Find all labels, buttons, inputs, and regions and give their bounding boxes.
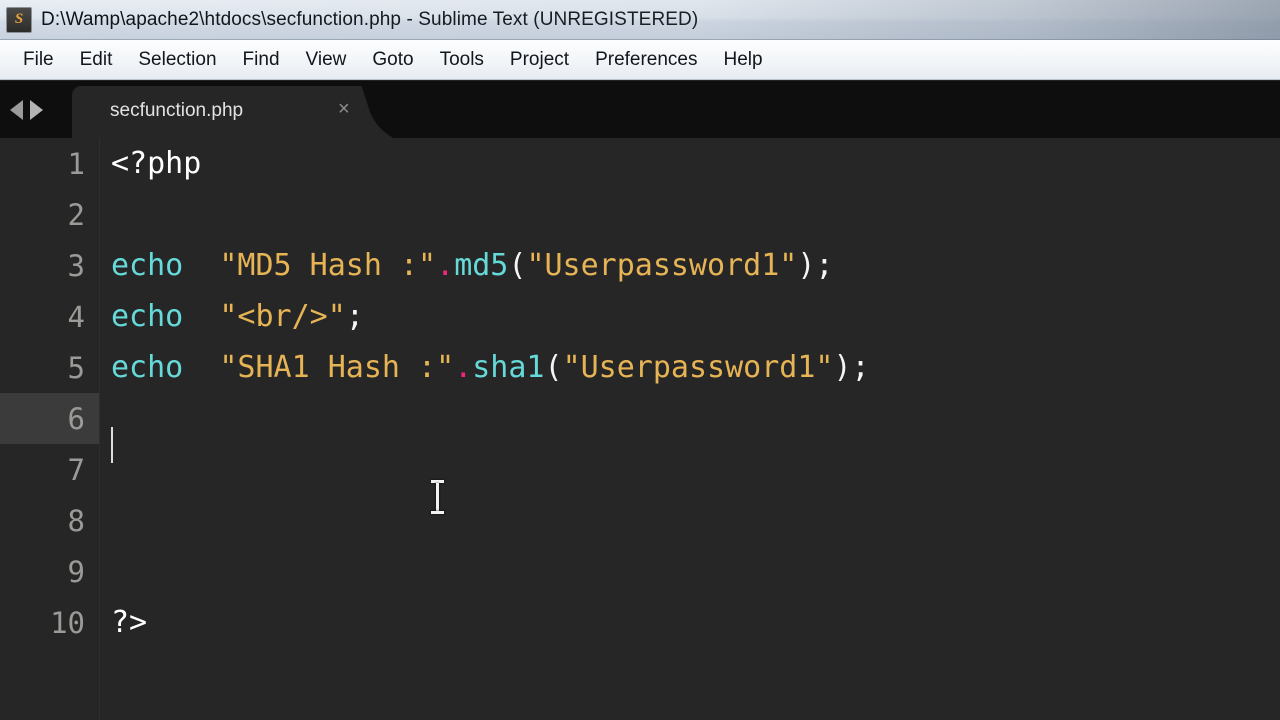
line-number: 4 xyxy=(67,299,85,334)
code-token: "Userpassword1" xyxy=(526,248,798,283)
code-line[interactable]: 3 echo "MD5 Hash :".md5("Userpassword1"); xyxy=(0,240,1280,291)
code-lines[interactable]: 1 <?php 2 3 echo "MD5 Hash :".md5("Userpassw… xyxy=(0,138,1280,720)
code-line[interactable]: 2 xyxy=(0,189,1280,240)
code-token: ; xyxy=(345,299,364,334)
arrow-left-icon[interactable] xyxy=(10,99,23,120)
code-token: "<br/>" xyxy=(219,299,346,334)
menu-bar: File Edit Selection Find View Goto Tools… xyxy=(0,40,1280,80)
code-token: "MD5 Hash :" xyxy=(219,248,437,283)
code-token: "SHA1 Hash :" xyxy=(219,350,455,385)
window-title: D:\Wamp\apache2\htdocs\secfunction.php -… xyxy=(41,8,699,30)
code-line[interactable]: 1 <?php xyxy=(0,138,1280,189)
code-line[interactable]: 5 echo "SHA1 Hash :".sha1("Userpassword1"… xyxy=(0,342,1280,393)
code-line[interactable]: 8 xyxy=(0,495,1280,546)
code-line[interactable]: 10 ?> xyxy=(0,597,1280,648)
code-token: echo xyxy=(111,350,184,385)
menu-item-file[interactable]: File xyxy=(10,46,67,74)
tab-bar: secfunction.php × xyxy=(0,81,1280,138)
menu-item-tools[interactable]: Tools xyxy=(427,46,497,74)
code-line[interactable]: 7 xyxy=(0,444,1280,495)
line-number: 3 xyxy=(67,248,85,283)
menu-item-goto[interactable]: Goto xyxy=(359,46,426,74)
code-editor[interactable]: 1 <?php 2 3 echo "MD5 Hash :".md5("Userpassw… xyxy=(0,138,1280,720)
line-content[interactable]: <?php xyxy=(99,146,201,181)
code-token: ?> xyxy=(111,605,148,640)
code-token: "Userpassword1" xyxy=(562,350,834,385)
line-content[interactable]: echo "<br/>"; xyxy=(99,299,364,334)
code-token: echo xyxy=(111,299,184,334)
menu-item-project[interactable]: Project xyxy=(497,46,582,74)
sublime-text-icon: S xyxy=(6,6,32,33)
code-line[interactable]: 4 echo "<br/>"; xyxy=(0,291,1280,342)
line-number: 10 xyxy=(50,605,85,640)
line-number: 9 xyxy=(67,554,85,589)
line-content[interactable]: echo "SHA1 Hash :".sha1("Userpassword1")… xyxy=(99,350,870,385)
line-number: 5 xyxy=(67,350,85,385)
code-token: <?php xyxy=(111,146,202,181)
line-number: 1 xyxy=(67,146,85,181)
menu-item-preferences[interactable]: Preferences xyxy=(582,46,710,74)
code-token: echo xyxy=(111,248,184,283)
title-bar: S D:\Wamp\apache2\htdocs\secfunction.php… xyxy=(0,0,1280,40)
code-token: md5 xyxy=(454,248,509,283)
tab-secfunction-php[interactable]: secfunction.php × xyxy=(72,86,402,138)
code-token: . xyxy=(436,248,455,283)
arrow-right-icon[interactable] xyxy=(30,99,43,120)
code-token: ); xyxy=(833,350,870,385)
line-number: 7 xyxy=(67,452,85,487)
code-token: sha1 xyxy=(472,350,545,385)
line-number: 2 xyxy=(67,197,85,232)
menu-item-find[interactable]: Find xyxy=(230,46,293,74)
menu-item-selection[interactable]: Selection xyxy=(125,46,229,74)
code-token: ( xyxy=(508,248,527,283)
code-token: ( xyxy=(544,350,563,385)
code-token: . xyxy=(454,350,473,385)
line-content[interactable]: echo "MD5 Hash :".md5("Userpassword1"); xyxy=(99,248,834,283)
line-content[interactable]: ?> xyxy=(99,605,147,640)
code-line[interactable]: 6 xyxy=(0,393,1280,463)
tab-label: secfunction.php xyxy=(110,100,244,121)
close-icon[interactable]: × xyxy=(338,99,350,119)
line-number: 6 xyxy=(0,393,99,444)
app-icon-glyph: S xyxy=(14,11,24,27)
line-number: 8 xyxy=(67,503,85,538)
menu-item-view[interactable]: View xyxy=(293,46,360,74)
menu-item-help[interactable]: Help xyxy=(711,46,776,74)
menu-item-edit[interactable]: Edit xyxy=(67,46,126,74)
tab-nav-arrows xyxy=(6,81,43,138)
sublime-text-window: S D:\Wamp\apache2\htdocs\secfunction.php… xyxy=(0,0,1280,720)
code-token: ); xyxy=(797,248,834,283)
code-line[interactable]: 9 xyxy=(0,546,1280,597)
